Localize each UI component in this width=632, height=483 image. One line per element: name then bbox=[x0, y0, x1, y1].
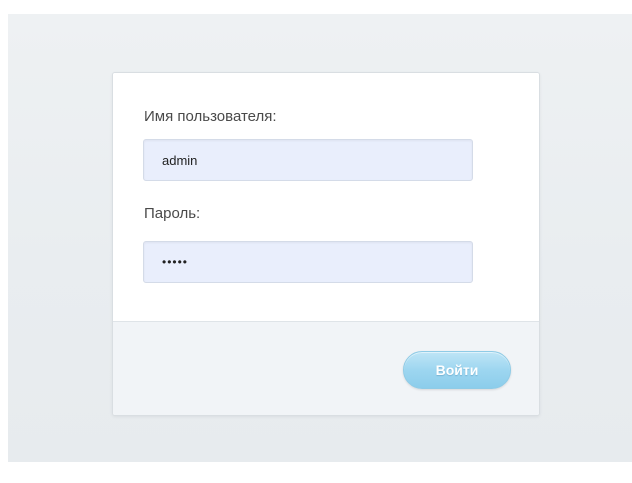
password-label: Пароль: bbox=[144, 205, 201, 222]
password-input[interactable] bbox=[143, 241, 473, 283]
username-input[interactable] bbox=[143, 139, 473, 181]
login-card: Имя пользователя: Пароль: Войти bbox=[112, 72, 540, 416]
login-form-body: Имя пользователя: Пароль: bbox=[113, 73, 539, 321]
login-button[interactable]: Войти bbox=[403, 351, 511, 389]
username-label: Имя пользователя: bbox=[144, 108, 277, 125]
login-form-footer: Войти bbox=[113, 321, 539, 415]
